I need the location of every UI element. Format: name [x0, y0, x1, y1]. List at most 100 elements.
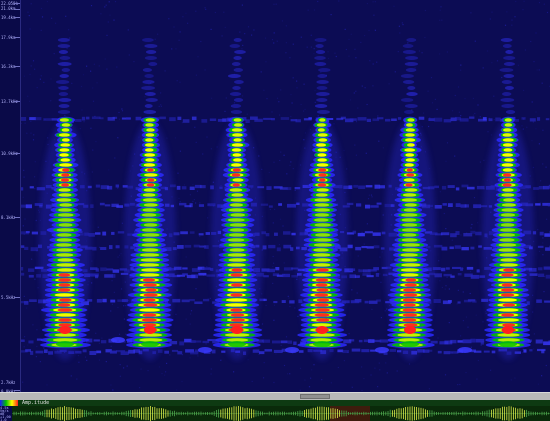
noise-speck [65, 15, 67, 17]
call-upper-harmonic [403, 110, 414, 114]
noise-speck [261, 293, 263, 295]
call-upper-harmonic [314, 62, 327, 66]
call-band-peak [314, 303, 329, 307]
background-band-segment [211, 349, 216, 354]
call-band-peak [60, 178, 70, 182]
noise-speck [369, 60, 371, 62]
noise-speck [117, 256, 119, 258]
noise-speck [105, 361, 107, 363]
call-band-high [500, 258, 517, 262]
call-upper-harmonic [315, 50, 326, 54]
noise-speck [531, 101, 533, 103]
noise-speck [457, 289, 459, 291]
noise-speck [374, 367, 376, 369]
background-band-segment [194, 301, 203, 304]
call-upper-harmonic [316, 110, 330, 114]
noise-speck [350, 33, 352, 35]
call-band-high [499, 238, 515, 242]
noise-speck [182, 16, 184, 18]
noise-speck [123, 367, 125, 369]
spectrogram-view[interactable]: 22.050k 21.0km 19.4km 17.9km 16.3km 13.7kHz 10… [0, 0, 550, 392]
noise-speck [514, 377, 516, 379]
noise-speck [281, 20, 283, 22]
noise-speck [30, 120, 32, 122]
background-band-segment [291, 275, 298, 278]
noise-speck [285, 336, 288, 338]
background-band-segment [202, 340, 210, 344]
noise-speck [454, 155, 456, 157]
noise-speck [224, 26, 226, 28]
noise-speck [285, 25, 287, 27]
background-band-segment [298, 350, 304, 353]
noise-speck [118, 118, 120, 120]
noise-speck [185, 318, 187, 320]
noise-speck [365, 152, 367, 154]
frequency-tick [14, 217, 20, 218]
scrollbar-thumb[interactable] [300, 394, 330, 399]
noise-speck [343, 360, 345, 362]
call-band-peak [143, 293, 158, 297]
call-upper-harmonic [57, 62, 72, 66]
call-band-high [143, 163, 156, 167]
frequency-tick [14, 37, 20, 38]
background-band-segment [521, 117, 526, 120]
call-upper-harmonic [144, 74, 154, 78]
spectrogram-canvas[interactable] [0, 0, 550, 392]
noise-speck [344, 28, 346, 30]
noise-speck [346, 168, 348, 170]
background-band-segment [210, 185, 214, 190]
call-upper-harmonic [233, 80, 244, 84]
call-band-high [141, 248, 159, 252]
noise-speck [363, 243, 365, 245]
background-band-segment [177, 116, 182, 120]
noise-speck [285, 42, 287, 44]
call-band-high [317, 133, 328, 137]
amplitude-waveform[interactable] [12, 406, 550, 421]
noise-speck [242, 44, 244, 46]
background-band-segment [449, 351, 459, 354]
background-band-segment [495, 117, 501, 122]
call-band-high [404, 188, 418, 192]
call-band-peak [57, 288, 71, 292]
call-band-peak [58, 278, 72, 282]
background-band-segment [287, 340, 293, 344]
call-band-high [228, 258, 247, 262]
noise-speck [431, 102, 434, 104]
noise-speck [273, 304, 276, 306]
call-band-peak [406, 173, 415, 177]
noise-speck [496, 60, 499, 62]
call-band-high [500, 223, 515, 227]
noise-speck [202, 153, 204, 155]
background-band-segment [93, 339, 100, 342]
noise-speck [300, 103, 302, 106]
background-band-segment [349, 339, 355, 342]
background-band-segment [254, 118, 263, 122]
call-upper-harmonic [405, 56, 419, 60]
call-band-high [504, 123, 513, 127]
noise-speck [144, 96, 146, 98]
frequency-tick [14, 66, 20, 67]
frequency-tick [14, 17, 20, 18]
call-band-peak [142, 313, 157, 317]
noise-speck [104, 6, 106, 8]
call-band-high [231, 163, 242, 167]
noise-speck [120, 253, 122, 255]
background-band-segment [43, 118, 51, 121]
background-band-segment [440, 232, 450, 236]
noise-speck [86, 65, 88, 67]
call-upper-harmonic [59, 74, 69, 78]
background-band-segment [373, 245, 380, 249]
noise-speck [313, 53, 315, 55]
background-band-segment [91, 116, 101, 120]
background-band-segment [379, 185, 385, 189]
noise-speck [428, 388, 430, 390]
noise-speck [542, 237, 544, 239]
call-band-high [231, 193, 244, 197]
call-band-peak [232, 183, 240, 187]
noise-speck [280, 151, 282, 153]
noise-speck [239, 31, 241, 33]
background-band-segment [90, 204, 94, 208]
noise-speck [465, 372, 467, 374]
noise-speck [55, 22, 57, 24]
background-band-segment [121, 299, 128, 303]
